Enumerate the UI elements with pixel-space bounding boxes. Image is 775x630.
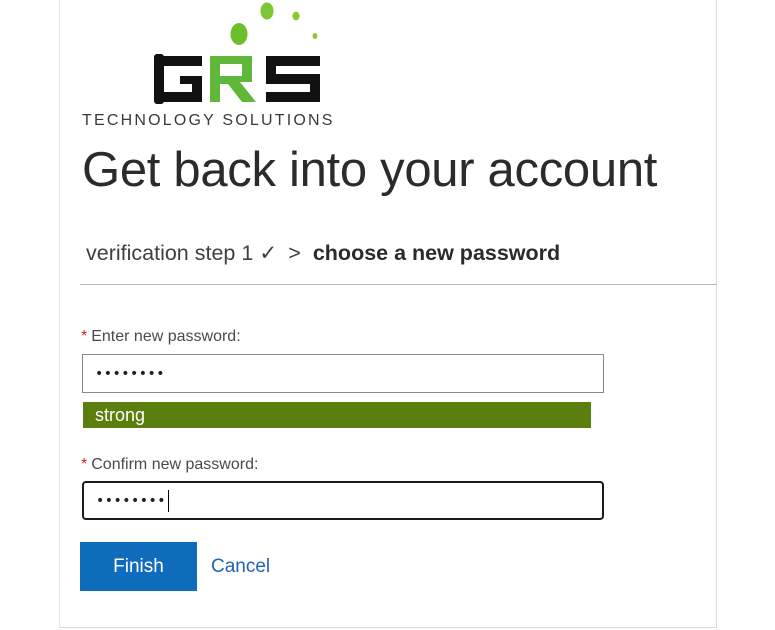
text-caret [168,489,170,512]
finish-button[interactable]: Finish [80,542,197,591]
breadcrumb-current-step: choose a new password [312,241,561,265]
new-password-value: •••••••• [95,365,166,382]
page: TECHNOLOGY SOLUTIONS Get back into your … [0,0,775,630]
company-logo: TECHNOLOGY SOLUTIONS [80,0,390,135]
checkmark-icon: ✓ [259,241,278,265]
required-marker: * [81,456,88,473]
new-password-label-text: Enter new password: [91,328,241,345]
cancel-link[interactable]: Cancel [211,555,270,579]
confirm-password-label: * Confirm new password: [81,455,258,475]
confirm-password-input[interactable]: •••••••• [82,481,604,520]
page-title: Get back into your account [82,143,658,197]
breadcrumb-separator: > [288,241,301,265]
confirm-password-label-text: Confirm new password: [91,456,259,473]
breadcrumb: verification step 1 ✓ > choose a new pas… [86,240,560,266]
logo-tagline: TECHNOLOGY SOLUTIONS [82,112,335,129]
divider [80,284,717,285]
new-password-label: * Enter new password: [81,327,241,347]
required-marker: * [81,328,88,345]
breadcrumb-step-1: verification step 1 [86,241,254,265]
new-password-input[interactable]: •••••••• [82,354,604,393]
password-strength-label: strong [95,404,146,425]
confirm-password-value: •••••••• [96,492,167,509]
password-strength-indicator: strong [83,402,591,428]
